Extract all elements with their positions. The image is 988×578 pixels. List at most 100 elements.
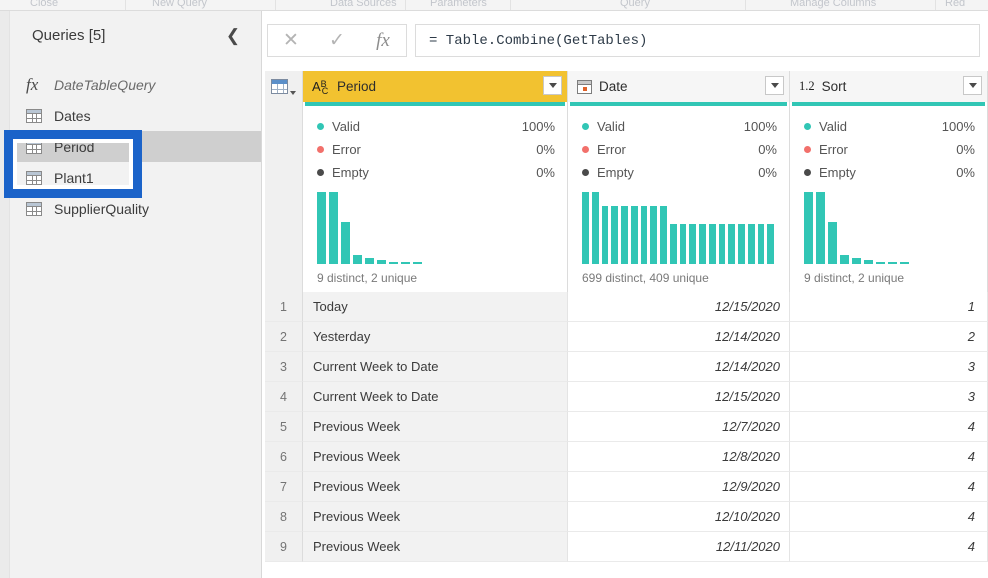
cell-sort[interactable]: 4: [790, 472, 988, 502]
histogram-bar: [767, 224, 774, 264]
table-row[interactable]: 5 Previous Week 12/7/2020 4: [265, 412, 988, 442]
sidebar-item-label: SupplierQuality: [54, 200, 149, 217]
cell-date[interactable]: 12/14/2020: [568, 322, 790, 352]
cell-date[interactable]: 12/9/2020: [568, 472, 790, 502]
column-profile-date[interactable]: Valid 100% Error 0% Empty 0% 699 distinct, 409…: [568, 102, 790, 292]
cell-period[interactable]: Yesterday: [303, 322, 568, 352]
grid-rows: 1 Today 12/15/2020 1 2 Yesterday 12/14/2020 2 3 C…: [265, 292, 988, 562]
quality-stat-error: Error 0%: [582, 138, 777, 161]
histogram-bar: [757, 224, 765, 264]
formula-input[interactable]: = Table.Combine(GetTables): [415, 24, 980, 57]
cell-date[interactable]: 12/15/2020: [568, 292, 790, 322]
sidebar-item-label: Dates: [54, 107, 91, 124]
cell-period[interactable]: Previous Week: [303, 472, 568, 502]
row-number: 7: [265, 472, 303, 502]
cell-sort[interactable]: 1: [790, 292, 988, 322]
abc-text-type-icon: ABC: [312, 79, 329, 96]
histogram-bar: [852, 258, 861, 264]
status-dot: [317, 123, 324, 130]
cell-period[interactable]: Previous Week: [303, 532, 568, 562]
quality-stat-valid: Valid 100%: [582, 115, 777, 138]
cell-date[interactable]: 12/7/2020: [568, 412, 790, 442]
histogram-bar: [317, 192, 326, 264]
cell-period[interactable]: Current Week to Date: [303, 382, 568, 412]
cell-sort[interactable]: 3: [790, 352, 988, 382]
histogram-bar: [728, 224, 735, 264]
cell-period[interactable]: Today: [303, 292, 568, 322]
table-row[interactable]: 2 Yesterday 12/14/2020 2: [265, 322, 988, 352]
cell-sort[interactable]: 4: [790, 412, 988, 442]
row-number: 1: [265, 292, 303, 322]
histogram-bar: [876, 261, 885, 264]
table-row[interactable]: 8 Previous Week 12/10/2020 4: [265, 502, 988, 532]
chevron-left-icon[interactable]: ❮: [223, 25, 243, 47]
table-icon: [26, 170, 48, 185]
quality-label: Empty: [597, 165, 634, 180]
column-header-sort[interactable]: 1.2 Sort: [790, 71, 988, 102]
column-profile-sort[interactable]: Valid 100% Error 0% Empty 0% 9 distinct, 2 uni…: [790, 102, 988, 292]
filter-dropdown-icon-sort[interactable]: [963, 76, 982, 95]
sidebar-item-dates[interactable]: Dates: [10, 100, 261, 131]
table-row[interactable]: 3 Current Week to Date 12/14/2020 3: [265, 352, 988, 382]
sidebar-item-datetablequery[interactable]: fx DateTableQuery: [10, 69, 261, 100]
formula-bar: ✕ ✓ fx = Table.Combine(GetTables): [263, 21, 988, 61]
column-header-period[interactable]: ABC Period: [303, 71, 568, 102]
cell-period[interactable]: Previous Week: [303, 502, 568, 532]
cell-date[interactable]: 12/10/2020: [568, 502, 790, 532]
ribbon-group-label: Parameters: [430, 0, 487, 9]
histogram-bar: [708, 224, 716, 264]
row-number: 4: [265, 382, 303, 412]
ribbon-group-label: New Query: [152, 0, 208, 9]
histogram-bar: [640, 206, 648, 264]
cell-sort[interactable]: 4: [790, 442, 988, 472]
ribbon-separator: [745, 0, 746, 10]
cell-date[interactable]: 12/8/2020: [568, 442, 790, 472]
row-number: 6: [265, 442, 303, 472]
table-row[interactable]: 4 Current Week to Date 12/15/2020 3: [265, 382, 988, 412]
cell-sort[interactable]: 4: [790, 532, 988, 562]
status-dot: [804, 169, 811, 176]
distinct-unique-summary: 699 distinct, 409 unique: [582, 271, 709, 285]
histogram-bar: [747, 224, 755, 264]
sidebar-item-period[interactable]: Period: [10, 131, 261, 162]
histogram-bar: [365, 258, 374, 264]
cell-date[interactable]: 12/15/2020: [568, 382, 790, 412]
table-row[interactable]: 9 Previous Week 12/11/2020 4: [265, 532, 988, 562]
row-number: 5: [265, 412, 303, 442]
sidebar-item-supplierquality[interactable]: SupplierQuality: [10, 193, 261, 224]
table-row[interactable]: 1 Today 12/15/2020 1: [265, 292, 988, 322]
cell-date[interactable]: 12/14/2020: [568, 352, 790, 382]
histogram-bar: [582, 192, 589, 264]
cell-period[interactable]: Previous Week: [303, 412, 568, 442]
check-icon[interactable]: ✓: [314, 31, 360, 50]
quality-label: Error: [332, 142, 361, 157]
fx-icon[interactable]: fx: [360, 31, 406, 50]
cell-sort[interactable]: 4: [790, 502, 988, 532]
column-header-date[interactable]: Date: [568, 71, 790, 102]
quality-stats: Valid 100% Error 0% Empty 0%: [303, 106, 567, 184]
cell-sort[interactable]: 2: [790, 322, 988, 352]
cell-sort[interactable]: 3: [790, 382, 988, 412]
table-icon: [26, 139, 48, 154]
value-distribution-histogram: [317, 192, 555, 264]
cell-period[interactable]: Current Week to Date: [303, 352, 568, 382]
quality-value: 0%: [536, 142, 555, 157]
data-grid: ABC Period Date 1.2 Sort Valid 100% Erro…: [265, 71, 988, 578]
filter-dropdown-icon-period[interactable]: [543, 76, 562, 95]
column-profile-period[interactable]: Valid 100% Error 0% Empty 0% 9 distinct, 2 uni…: [303, 102, 568, 292]
cell-date[interactable]: 12/11/2020: [568, 532, 790, 562]
queries-pane-scroll-edge[interactable]: [0, 11, 10, 578]
sidebar-item-plant1[interactable]: Plant1: [10, 162, 261, 193]
filter-dropdown-icon-date[interactable]: [765, 76, 784, 95]
table-row[interactable]: 7 Previous Week 12/9/2020 4: [265, 472, 988, 502]
value-distribution-histogram: [582, 192, 777, 264]
close-icon[interactable]: ✕: [268, 31, 314, 50]
table-row[interactable]: 6 Previous Week 12/8/2020 4: [265, 442, 988, 472]
cell-period[interactable]: Previous Week: [303, 442, 568, 472]
table-select-button[interactable]: [265, 71, 303, 102]
row-number: 9: [265, 532, 303, 562]
quality-stat-error: Error 0%: [317, 138, 555, 161]
histogram-bar: [401, 261, 410, 264]
ribbon-group-label: Red: [945, 0, 966, 9]
histogram-bar: [718, 224, 726, 264]
